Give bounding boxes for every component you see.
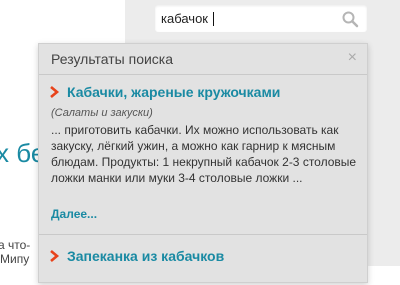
background-text-line: Мипу	[0, 252, 30, 266]
arrow-right-icon	[50, 86, 60, 98]
result-category: (Салаты и закуски)	[51, 107, 153, 119]
close-icon[interactable]: ×	[348, 49, 357, 67]
search-result-item: Кабачки, жареные кружочками (Салаты и за…	[39, 75, 367, 232]
popup-title: Результаты поиска	[51, 51, 174, 67]
search-result-item: Запеканка из кабачков	[39, 234, 367, 285]
background-text-line: а что-	[0, 238, 31, 252]
arrow-right-icon	[50, 250, 60, 262]
search-results-popup: Результаты поиска × Кабачки, жареные кру…	[38, 43, 368, 283]
search-icon[interactable]	[341, 10, 359, 28]
result-snippet: ... приготовить кабачки. Их можно исполь…	[51, 123, 357, 185]
result-title-link[interactable]: Кабачки, жареные кружочками	[67, 84, 280, 100]
search-input[interactable]	[161, 9, 341, 28]
result-title-link[interactable]: Запеканка из кабачков	[67, 248, 224, 264]
result-more-link[interactable]: Далее...	[51, 207, 97, 221]
popup-header: Результаты поиска ×	[39, 44, 367, 75]
text-caret	[213, 12, 214, 26]
search-box[interactable]	[155, 5, 367, 32]
